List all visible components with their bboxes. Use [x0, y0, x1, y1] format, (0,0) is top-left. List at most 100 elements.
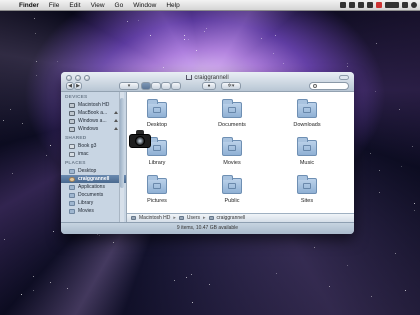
forward-button[interactable]: ▶ — [74, 82, 82, 90]
quick-look-button[interactable]: ● — [202, 82, 216, 90]
input-flag-icon[interactable] — [376, 2, 382, 8]
path-separator-icon: ▸ — [202, 215, 206, 221]
star — [21, 122, 23, 124]
home-icon — [69, 176, 75, 182]
sidebar-header-places: PLACES — [65, 161, 86, 166]
star — [138, 20, 140, 22]
star — [66, 288, 68, 290]
star — [399, 109, 401, 111]
sidebar-item-windows[interactable]: Windows — [61, 125, 126, 133]
sidebar-item-home[interactable]: craiggrannell — [61, 175, 126, 183]
menu-file[interactable]: File — [44, 2, 64, 9]
sidebar-scroll-thumb[interactable] — [120, 98, 124, 188]
list-view-button[interactable] — [151, 82, 161, 90]
folder-desktop[interactable]: Desktop — [132, 99, 182, 128]
menu-extras — [340, 2, 420, 8]
path-dropdown-button[interactable]: ▾ — [119, 82, 139, 90]
folder-label: Documents — [218, 122, 246, 128]
star — [57, 61, 59, 63]
star — [20, 293, 22, 295]
back-button[interactable]: ◀ — [66, 82, 74, 90]
star — [260, 37, 262, 39]
sidebar-item-label: Book g3 — [78, 143, 97, 149]
eject-icon[interactable] — [114, 127, 118, 130]
menu-finder[interactable]: Finder — [14, 2, 44, 9]
window-title-text: craiggrannell — [194, 75, 229, 81]
coverflow-view-button[interactable] — [171, 82, 181, 90]
menu-help[interactable]: Help — [161, 2, 184, 9]
documents-folder-icon — [69, 192, 75, 198]
spotlight-search-icon[interactable] — [411, 2, 417, 8]
folder-documents[interactable]: Documents — [207, 99, 257, 128]
sidebar-item-documents[interactable]: Documents — [61, 191, 126, 199]
star — [150, 35, 152, 37]
downloads-folder-icon — [297, 99, 317, 118]
star — [127, 20, 129, 22]
sidebar-item-book-g3[interactable]: Book g3 — [61, 142, 126, 150]
window-titlebar[interactable]: craiggrannell ◀ ▶ ▾ ● ✲▾ — [61, 72, 354, 92]
sidebar-item-macintosh-hd[interactable]: Macintosh HD — [61, 101, 126, 109]
star — [413, 202, 415, 204]
status-bar: 9 items, 10.47 GB available — [61, 222, 354, 234]
star — [206, 27, 208, 29]
clock-icon[interactable] — [385, 2, 399, 8]
search-field[interactable] — [309, 82, 349, 90]
wifi-icon[interactable] — [349, 2, 355, 8]
folder-sites[interactable]: Sites — [282, 175, 332, 204]
star — [282, 62, 284, 64]
sidebar-item-label: craiggrannell — [78, 176, 110, 182]
eject-icon[interactable] — [114, 111, 118, 114]
hard-disk-icon — [69, 110, 75, 116]
user-icon[interactable] — [402, 2, 408, 8]
movies-folder-icon — [69, 208, 75, 214]
folder-movies[interactable]: Movies — [207, 137, 257, 166]
bluetooth-icon[interactable] — [340, 2, 346, 8]
window-toolbar: ◀ ▶ ▾ ● ✲▾ — [61, 82, 354, 92]
icon-view-button[interactable] — [141, 82, 151, 90]
sidebar-item-library[interactable]: Library — [61, 199, 126, 207]
menu-edit[interactable]: Edit — [64, 2, 85, 9]
battery-icon[interactable] — [367, 2, 373, 8]
folder-music[interactable]: Music — [282, 137, 332, 166]
hard-disk-icon — [69, 102, 75, 108]
window-title: craiggrannell — [61, 75, 354, 81]
search-icon — [313, 84, 317, 88]
star — [379, 191, 381, 193]
sidebar-item-applications[interactable]: Applications — [61, 183, 126, 191]
eject-icon[interactable] — [114, 119, 118, 122]
star — [98, 234, 100, 236]
hard-disk-icon — [131, 216, 136, 220]
menu-go[interactable]: Go — [110, 2, 129, 9]
volume-icon[interactable] — [358, 2, 364, 8]
folder-downloads[interactable]: Downloads — [282, 99, 332, 128]
star — [347, 62, 349, 64]
star — [374, 91, 376, 93]
sidebar-scrollbar[interactable] — [119, 92, 124, 228]
folder-label: Public — [224, 198, 240, 204]
sidebar-item-imac[interactable]: imac — [61, 150, 126, 158]
sidebar-item-movies[interactable]: Movies — [61, 207, 126, 215]
sidebar-item-desktop[interactable]: Desktop — [61, 167, 126, 175]
action-menu-button[interactable]: ✲▾ — [221, 82, 241, 90]
star — [185, 276, 187, 278]
menu-view[interactable]: View — [86, 2, 110, 9]
star — [35, 75, 37, 77]
star — [370, 296, 372, 298]
path-segment-home[interactable]: craiggrannell — [217, 215, 246, 221]
sidebar-item-macbook[interactable]: MacBook a... — [61, 109, 126, 117]
path-segment-disk[interactable]: Macintosh HD — [139, 215, 170, 221]
sidebar-item-label: imac — [78, 151, 89, 157]
star — [34, 32, 36, 34]
sidebar-item-windows-a[interactable]: Windows a... — [61, 117, 126, 125]
star — [414, 209, 416, 211]
folder-public[interactable]: Public — [207, 175, 257, 204]
finder-window: craiggrannell ◀ ▶ ▾ ● ✲▾ DEVICES Macinto… — [61, 72, 354, 234]
menu-window[interactable]: Window — [128, 2, 161, 9]
star — [411, 145, 413, 147]
star — [188, 39, 190, 41]
library-folder-icon — [69, 200, 75, 206]
column-view-button[interactable] — [161, 82, 171, 90]
path-segment-users[interactable]: Users — [187, 215, 200, 221]
folder-pictures[interactable]: Pictures — [132, 175, 182, 204]
folder-label: Sites — [300, 198, 314, 204]
